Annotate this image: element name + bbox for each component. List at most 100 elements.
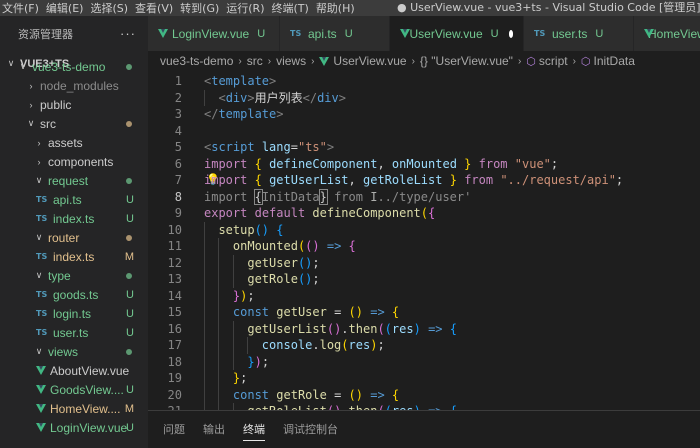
code-line[interactable]: 18 }); (148, 353, 700, 370)
code-text: <template> (204, 73, 276, 90)
chevron-right-icon: › (238, 55, 242, 67)
breadcrumb-item[interactable]: UserView.vue (333, 54, 406, 68)
file-item[interactable]: TS index.ts U (0, 209, 148, 228)
code-line[interactable]: 1 <template> (148, 73, 700, 90)
code-line[interactable]: 15 const getUser = () => { (148, 304, 700, 321)
code-token: div (225, 90, 248, 105)
file-item[interactable]: LoginView.vue U (0, 418, 148, 437)
git-status-badge: U (126, 288, 134, 301)
folder-item[interactable]: › assets (0, 133, 148, 152)
menu-file[interactable]: 文件(F) (0, 0, 44, 16)
code-line[interactable]: 17 console.log(res); (148, 337, 700, 354)
code-text: setup() { (204, 222, 283, 239)
status-dot (126, 177, 132, 184)
menu-go[interactable]: 转到(G) (178, 0, 224, 16)
folder-item[interactable]: › node_modules (0, 76, 148, 95)
folder-item[interactable]: ∨ router (0, 228, 148, 247)
tree-item-label: components (48, 154, 114, 169)
menu-help[interactable]: 帮助(H) (314, 0, 360, 16)
status-dot (126, 120, 132, 127)
folder-item[interactable]: ∨ vue3-ts-demo (0, 57, 148, 76)
folder-item[interactable]: ∨ type (0, 266, 148, 285)
code-line[interactable]: 3 </template> (148, 106, 700, 123)
menu-selection[interactable]: 选择(S) (88, 0, 133, 16)
code-line[interactable]: 19 }; (148, 370, 700, 387)
folder-item[interactable]: ∨ request (0, 171, 148, 190)
tab-loginview-vue[interactable]: LoginView.vue U (148, 16, 280, 51)
folder-item[interactable]: › public (0, 95, 148, 114)
code-token: import (204, 189, 255, 204)
code-line[interactable]: 13 getRole(); (148, 271, 700, 288)
line-number: 1 (174, 74, 182, 88)
breadcrumb-item[interactable]: script (539, 54, 568, 68)
code-text: import { getUserList, getRoleList } from… (204, 172, 623, 189)
code-token: res (348, 338, 371, 352)
breadcrumb-item[interactable]: views (276, 54, 306, 68)
code-line[interactable]: 5 <script lang="ts"> (148, 139, 700, 156)
folder-item[interactable]: › components (0, 152, 148, 171)
code-token: { (254, 173, 262, 187)
code-line[interactable]: 20 const getRole = () => { (148, 386, 700, 403)
breadcrumb-item[interactable]: src (247, 54, 263, 68)
tab-homeview-vue[interactable]: HomeView.vue (634, 16, 700, 51)
code-token: getRoleList (363, 173, 443, 187)
panel-tab-1[interactable]: 输出 (203, 421, 225, 440)
code-line[interactable]: 9 export default defineComponent({ (148, 205, 700, 222)
tab-label: HomeView.vue (648, 26, 700, 41)
code-line[interactable]: 21 getRoleList().then((res) => { (148, 403, 700, 410)
menu-view[interactable]: 查看(V) (133, 0, 178, 16)
code-line[interactable]: 2 <div>用户列表</div> (148, 89, 700, 106)
tab-userview-vue[interactable]: UserView.vue U (390, 16, 524, 51)
status-dot (126, 63, 132, 70)
code-line[interactable]: 7 💡 import { getUserList, getRoleList } fr… (148, 172, 700, 189)
file-item[interactable]: AboutView.vue (0, 361, 148, 380)
menu-run[interactable]: 运行(R) (224, 0, 269, 16)
code-token: const (232, 305, 270, 319)
code-line[interactable]: 12 getUser(); (148, 254, 700, 271)
code-line[interactable]: 11 onMounted(() => { (148, 238, 700, 255)
code-text: const getUser = () => { (204, 304, 399, 321)
tree-item-label: router (48, 230, 80, 245)
panel-tab-3[interactable]: 调试控制台 (283, 421, 338, 440)
file-item[interactable]: TS user.ts U (0, 323, 148, 342)
code-line[interactable]: 4 (148, 123, 700, 140)
tab-user-ts[interactable]: TS user.ts U (524, 16, 634, 51)
panel-tab-2[interactable]: 终端 (243, 421, 265, 441)
breadcrumb-item[interactable]: InitData (594, 54, 635, 68)
status-dot (126, 348, 132, 355)
file-item[interactable]: TS goods.ts U (0, 285, 148, 304)
code-line[interactable]: 14 }); (148, 287, 700, 304)
more-actions-icon[interactable]: ··· (120, 26, 136, 41)
code-editor[interactable]: 1 <template> 2 <div>用户列表</div> 3 </template>… (148, 71, 700, 410)
tab-api-ts[interactable]: TS api.ts U (280, 16, 390, 51)
menu-terminal[interactable]: 终端(T) (270, 0, 314, 16)
code-token: ; (247, 288, 255, 303)
file-item[interactable]: TS index.ts M (0, 247, 148, 266)
line-number: 17 (167, 338, 182, 352)
folder-item[interactable]: ∨ src (0, 114, 148, 133)
line-number: 11 (167, 239, 182, 253)
unsaved-dot-icon[interactable] (508, 29, 513, 38)
panel-tab-0[interactable]: 问题 (163, 421, 185, 440)
code-token: { (253, 188, 263, 205)
menu-edit[interactable]: 编辑(E) (44, 0, 89, 16)
breadcrumb-item[interactable]: vue3-ts-demo (160, 54, 233, 68)
tab-status-badge: U (257, 27, 266, 40)
code-line[interactable]: 8 import {InitData} from I../type/user' (148, 188, 700, 206)
code-line[interactable]: 10 setup() { (148, 221, 700, 239)
code-line[interactable]: 6 import { defineComponent, onMounted } f… (148, 156, 700, 173)
file-item[interactable]: HomeView.... M (0, 399, 148, 418)
chevron-down-icon: ∨ (19, 61, 27, 71)
code-line[interactable]: 16 getUserList().then((res) => { (148, 320, 700, 337)
file-item[interactable]: TS login.ts U (0, 304, 148, 323)
line-number: 9 (174, 206, 182, 220)
code-text: onMounted(() => { (204, 238, 356, 255)
code-token: default (254, 206, 306, 220)
folder-item[interactable]: ∨ views (0, 342, 148, 361)
breadcrumb-item[interactable]: {} "UserView.vue" (420, 54, 513, 68)
file-item[interactable]: TS api.ts U (0, 190, 148, 209)
file-item[interactable]: GoodsView.... U (0, 380, 148, 399)
